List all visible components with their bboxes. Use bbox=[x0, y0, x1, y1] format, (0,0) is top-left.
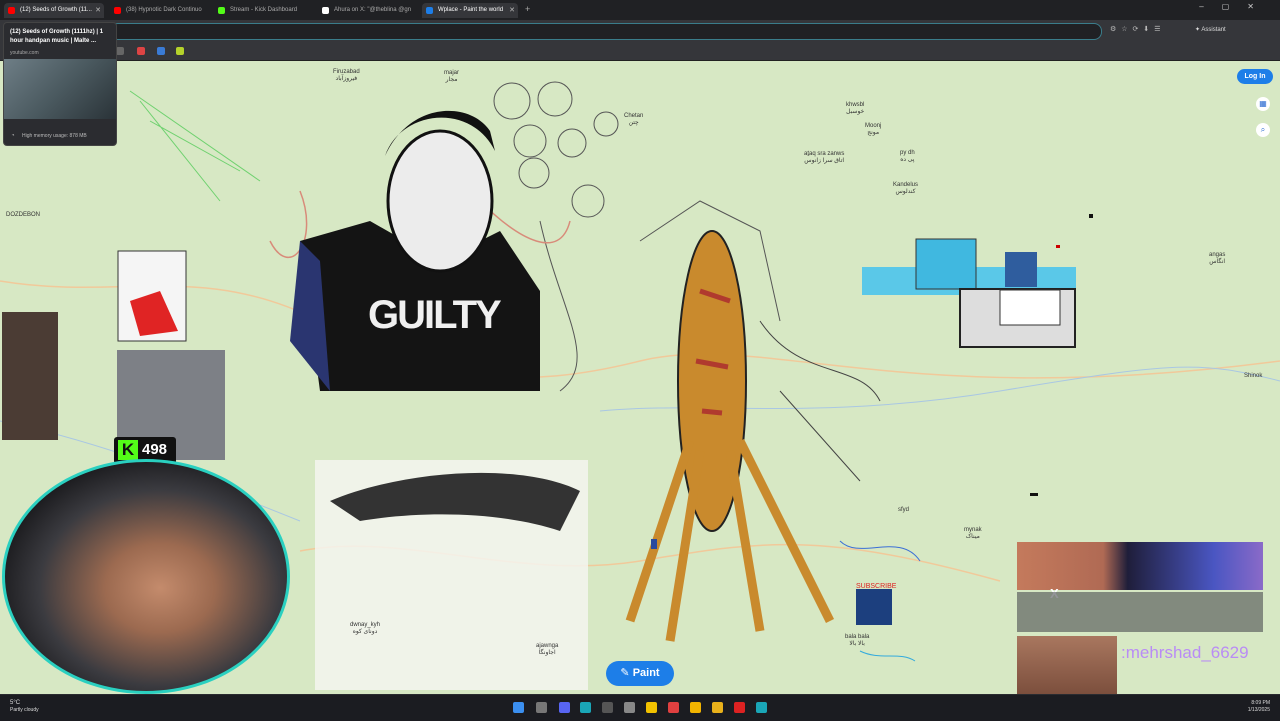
close-icon[interactable]: ✕ bbox=[509, 3, 515, 18]
kick-count: 498 bbox=[142, 441, 168, 458]
login-button[interactable]: Log In bbox=[1237, 69, 1273, 84]
place-label: ajawnga اجاونگا bbox=[536, 643, 559, 656]
app-icon[interactable] bbox=[668, 702, 679, 713]
tab-label: (38) Hypnotic Dark Continuo bbox=[126, 7, 202, 13]
search-icon[interactable]: ⌕ bbox=[1256, 123, 1270, 137]
edge-icon[interactable] bbox=[580, 702, 591, 713]
tab-label: Wplace - Paint the world bbox=[438, 7, 504, 13]
tab-youtube-hypnotic[interactable]: (38) Hypnotic Dark Continuo bbox=[110, 3, 210, 18]
memory-icon: ◔ bbox=[11, 133, 15, 139]
place-label: mynak میناک bbox=[964, 527, 982, 540]
alert-image bbox=[1017, 542, 1263, 590]
place-label: Moonj مونج bbox=[865, 123, 882, 136]
edge-icon[interactable] bbox=[756, 702, 767, 713]
system-clock[interactable]: 8:09 PM 1/13/2025 bbox=[1248, 700, 1270, 714]
close-icon[interactable]: ✕ bbox=[95, 3, 101, 18]
weather-text: Partly cloudy bbox=[10, 707, 39, 713]
file-explorer-icon[interactable] bbox=[690, 702, 701, 713]
windows-start-icon[interactable] bbox=[513, 702, 524, 713]
clock-date: 1/13/2025 bbox=[1247, 707, 1270, 713]
hover-card-domain: youtube.com bbox=[10, 50, 39, 56]
place-label: Kandelus کندلوس bbox=[893, 182, 919, 195]
webcam-feed bbox=[2, 459, 290, 694]
alert-panel bbox=[1017, 592, 1263, 632]
bookmark-icon[interactable] bbox=[176, 47, 184, 55]
wplace-icon bbox=[426, 7, 433, 14]
place-label: bala bala بالا بالا bbox=[845, 634, 870, 647]
tab-label: (12) Seeds of Growth (11... bbox=[20, 7, 92, 13]
kick-icon bbox=[218, 7, 225, 14]
paint-label: Paint bbox=[632, 667, 660, 679]
assistant-button[interactable]: ✦ Assistant bbox=[1195, 26, 1226, 33]
paint-button[interactable]: ✎ Paint bbox=[606, 661, 674, 686]
browser-toolbar: ⚙☆⟳⬇☰ ✦ Assistant bbox=[0, 20, 1280, 42]
tab-label: Ahura on X: "@theblina @gn bbox=[334, 7, 412, 13]
tab-x-ahura[interactable]: Ahura on X: "@theblina @gn bbox=[318, 3, 418, 18]
place-label: py dh پی ده bbox=[900, 150, 915, 163]
app-icon[interactable] bbox=[646, 702, 657, 713]
search-icon[interactable] bbox=[536, 702, 547, 713]
tab-label: Stream - Kick Dashboard bbox=[230, 7, 298, 13]
tab-wplace[interactable]: Wplace - Paint the world ✕ bbox=[422, 3, 518, 18]
clock-time: 8:09 PM bbox=[1251, 700, 1270, 706]
weather-temp: 5°C bbox=[10, 700, 21, 706]
place-label: dwnay_kyh دونای کوه bbox=[350, 622, 381, 635]
gmail-icon[interactable] bbox=[137, 47, 145, 55]
tab-bar: (12) Seeds of Growth (11... ✕ (38) Hypno… bbox=[0, 0, 1280, 20]
app-icon[interactable] bbox=[734, 702, 745, 713]
place-label: aṯaq sra zanws اتاق سرا زانوس bbox=[804, 151, 845, 164]
youtube-icon bbox=[114, 7, 121, 14]
app-icon[interactable] bbox=[624, 702, 635, 713]
weather-widget[interactable]: 5°C Partly cloudy bbox=[10, 700, 39, 714]
place-label: DOZDEBON bbox=[6, 212, 41, 218]
app-icon[interactable] bbox=[712, 702, 723, 713]
app-icon[interactable] bbox=[602, 702, 613, 713]
place-label: sfyd bbox=[898, 507, 910, 513]
place-label: Chetan چتن bbox=[624, 113, 644, 126]
place-label: angas انگاس bbox=[1209, 252, 1226, 265]
shirt-text: GUILTY bbox=[368, 293, 502, 337]
alert-avatar bbox=[1017, 636, 1117, 694]
alert-username: :mehrshad_6629 bbox=[1121, 643, 1249, 662]
taskbar: 5°C Partly cloudy 8:09 PM 1/13/2025 bbox=[0, 694, 1280, 721]
hover-card-preview bbox=[4, 59, 116, 119]
map-button-icon[interactable]: ▦ bbox=[1256, 97, 1270, 111]
extension-icons[interactable]: ⚙☆⟳⬇☰ bbox=[1110, 25, 1166, 33]
bookmarks-bar bbox=[0, 42, 1280, 61]
x-icon bbox=[322, 7, 329, 14]
youtube-icon bbox=[8, 7, 15, 14]
address-bar[interactable] bbox=[110, 23, 1102, 40]
window-controls[interactable]: –▢✕ bbox=[1199, 2, 1272, 11]
new-tab-icon[interactable]: + bbox=[525, 4, 530, 14]
kick-logo-icon: K bbox=[118, 440, 138, 460]
place-label: khwsbl خوسبل bbox=[846, 102, 865, 115]
hover-card-memory: High memory usage: 878 MB bbox=[22, 133, 87, 139]
tab-kick-dashboard[interactable]: Stream - Kick Dashboard bbox=[214, 3, 314, 18]
discord-icon[interactable] bbox=[559, 702, 570, 713]
tab-youtube-seeds[interactable]: (12) Seeds of Growth (11... ✕ bbox=[4, 3, 104, 18]
hover-card-title: (12) Seeds of Growth (1111hz) | 1 hour h… bbox=[10, 29, 104, 44]
bookmark-icon[interactable] bbox=[157, 47, 165, 55]
tab-hover-card: (12) Seeds of Growth (1111hz) | 1 hour h… bbox=[3, 22, 117, 146]
place-label: majar مجار bbox=[444, 70, 460, 83]
pencil-icon: ✎ bbox=[620, 667, 630, 679]
place-label: Shinok bbox=[1244, 373, 1263, 379]
assistant-label: Assistant bbox=[1201, 27, 1226, 33]
subscribe-text: SUBSCRIBE bbox=[856, 583, 897, 590]
bookmark-icon[interactable] bbox=[116, 47, 124, 55]
stream-alert: X :mehrshad_6629 bbox=[1017, 542, 1263, 694]
place-label: Firuzabad فیروزآباد bbox=[333, 69, 360, 82]
